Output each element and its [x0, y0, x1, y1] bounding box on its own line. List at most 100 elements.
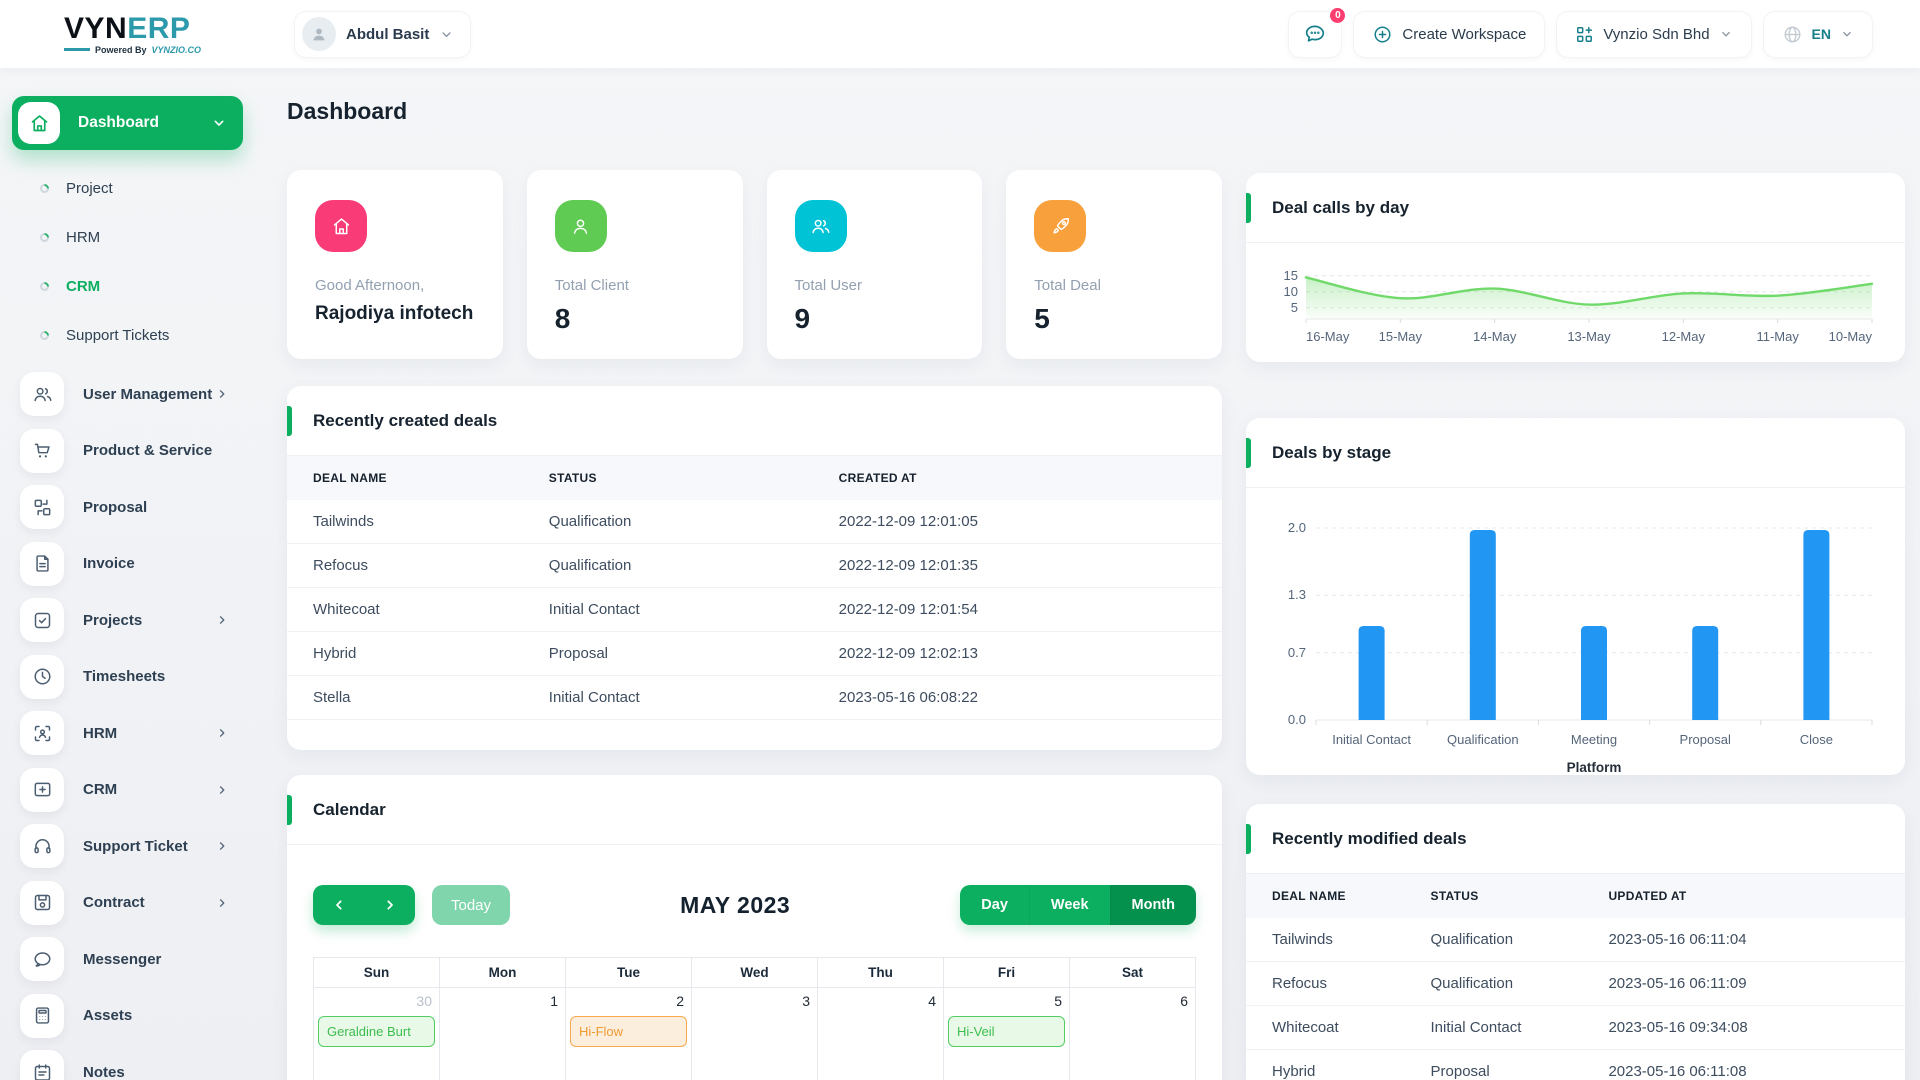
table-row: Stella Initial Contact 2023-05-16 06:08:22: [287, 675, 1222, 720]
calendar-day-header: Tue: [565, 957, 692, 988]
page-title: Dashboard: [287, 98, 408, 124]
chevron-right-icon: [215, 783, 229, 797]
sidebar-item-invoice[interactable]: Invoice: [0, 536, 287, 593]
table-cell: Qualification: [548, 543, 839, 588]
calendar-date-number: 30: [416, 993, 432, 1009]
sidebar-subitem-crm[interactable]: CRM: [0, 262, 287, 311]
calendar-prev-button[interactable]: [313, 885, 364, 925]
sidebar-subitem-hrm[interactable]: HRM: [0, 213, 287, 262]
sidebar-item-label: User Management: [83, 385, 213, 403]
workspace-switcher[interactable]: Vynzio Sdn Bhd: [1556, 10, 1752, 58]
sidebar-item-support-ticket[interactable]: Support Ticket: [0, 818, 287, 875]
calendar-event[interactable]: Hi-Flow: [570, 1016, 687, 1047]
sidebar-item-proposal[interactable]: Proposal: [0, 479, 287, 536]
svg-text:14-May: 14-May: [1473, 329, 1517, 344]
create-workspace-button[interactable]: Create Workspace: [1353, 10, 1546, 58]
calendar-event[interactable]: Geraldine Burt: [318, 1016, 435, 1047]
calendar-day-cell[interactable]: 4: [817, 987, 944, 1080]
sidebar-item-assets[interactable]: Assets: [0, 988, 287, 1045]
sidebar-item-contract[interactable]: Contract: [0, 875, 287, 932]
chevron-right-icon: [215, 896, 229, 910]
calendar-next-button[interactable]: [364, 885, 415, 925]
svg-text:Meeting: Meeting: [1571, 732, 1617, 747]
sidebar-subitem-project[interactable]: Project: [0, 164, 287, 213]
logo-tagline-brand: VYNZIO.CO: [151, 44, 202, 55]
calendar-grid: Sun Mon Tue Wed Thu Fri Sat 30 Geraldine Burt 1 2…: [313, 957, 1196, 1080]
sidebar: Dashboard Project HRM CRM Support Tickets U…: [0, 68, 287, 1080]
globe-icon: [1784, 26, 1801, 42]
sidebar-item-projects[interactable]: Projects: [0, 592, 287, 649]
calendar-day-cell[interactable]: 3: [691, 987, 818, 1080]
sidebar-item-product-service[interactable]: Product & Service: [0, 423, 287, 480]
calendar-day-cell[interactable]: 5 Hi-Veil: [943, 987, 1070, 1080]
recently-created-deals-card: Recently created deals DEAL NAME STATUS CR…: [287, 386, 1222, 750]
sidebar-item-user-management[interactable]: User Management: [0, 366, 287, 423]
avatar: [302, 17, 336, 51]
sidebar-item-dashboard[interactable]: Dashboard: [12, 96, 243, 150]
home-icon: [315, 200, 367, 252]
calendar-day-header: Mon: [439, 957, 566, 988]
stat-label: Total User: [794, 277, 863, 294]
calendar-day-header: Fri: [943, 957, 1070, 988]
sidebar-item-label: Assets: [83, 1007, 133, 1025]
column-header: DEAL NAME: [1272, 889, 1346, 903]
table-cell: 2022-12-09 12:01:54: [838, 587, 1222, 632]
sidebar-item-notes[interactable]: Notes: [0, 1044, 287, 1080]
user-menu[interactable]: Abdul Basit: [294, 10, 472, 58]
accent-bar: [287, 406, 292, 436]
table-cell: Qualification: [548, 500, 839, 544]
calendar-day-cell[interactable]: 1: [439, 987, 566, 1080]
stat-value: 9: [794, 303, 811, 334]
calendar-day-cell[interactable]: 2 Hi-Flow: [565, 987, 692, 1080]
sidebar-item-messenger[interactable]: Messenger: [0, 931, 287, 988]
card-title: Deal calls by day: [1272, 197, 1410, 217]
card-user-icon: [20, 767, 64, 812]
sidebar-subitem-label: CRM: [66, 278, 101, 295]
svg-text:12-May: 12-May: [1662, 329, 1706, 344]
calendar-day-cell[interactable]: 6: [1069, 987, 1196, 1080]
sidebar-subitem-label: HRM: [66, 229, 101, 246]
table-row: Refocus Qualification 2022-12-09 12:01:35: [287, 543, 1222, 588]
calendar-view-day-button[interactable]: Day: [960, 885, 1029, 925]
svg-text:Close: Close: [1800, 732, 1833, 747]
calendar-view-week-button[interactable]: Week: [1028, 885, 1110, 925]
sidebar-item-label: Product & Service: [83, 442, 213, 460]
calendar-day-header: Wed: [691, 957, 818, 988]
messages-button[interactable]: 0: [1288, 5, 1348, 58]
table-cell: Whitecoat: [287, 587, 549, 632]
calendar-today-button[interactable]: Today: [432, 885, 511, 925]
user-name: Abdul Basit: [346, 25, 430, 43]
language-selector[interactable]: EN: [1762, 10, 1873, 58]
card-title: Calendar: [313, 799, 386, 819]
calendar-view-month-button[interactable]: Month: [1109, 885, 1196, 925]
sidebar-subitem-support-tickets[interactable]: Support Tickets: [0, 311, 287, 360]
column-header: UPDATED AT: [1608, 889, 1687, 903]
language-code: EN: [1811, 26, 1831, 42]
table-row: Tailwinds Qualification 2022-12-09 12:01:0…: [287, 500, 1222, 544]
sidebar-item-timesheets[interactable]: Timesheets: [0, 649, 287, 706]
table-cell: Initial Contact: [548, 587, 839, 632]
table-row: Hybrid Proposal 2023-05-16 06:11:08: [1246, 1049, 1905, 1080]
svg-text:15-May: 15-May: [1379, 329, 1423, 344]
chevron-right-icon: [215, 613, 229, 627]
calendar-day-cell[interactable]: 30 Geraldine Burt: [313, 987, 440, 1080]
users-icon: [794, 200, 847, 252]
table-cell: 2023-05-16 06:08:22: [838, 675, 1222, 720]
sidebar-item-hrm[interactable]: HRM: [0, 705, 287, 762]
calendar-event[interactable]: Hi-Veil: [948, 1016, 1065, 1047]
sidebar-item-label: Contract: [83, 894, 145, 912]
sidebar-item-crm[interactable]: CRM: [0, 762, 287, 819]
clock-icon: [20, 654, 64, 699]
recently-modified-deals-table: DEAL NAME STATUS UPDATED AT Tailwinds Qualif…: [1246, 874, 1905, 1080]
chat-oval-icon: [20, 937, 64, 982]
stat-card-good-afternoon: Good Afternoon, Rajodiya infotech: [287, 170, 503, 359]
stat-label: Good Afternoon,: [315, 277, 425, 294]
svg-text:16-May: 16-May: [1306, 329, 1350, 344]
accent-bar: [287, 795, 292, 825]
svg-text:15: 15: [1284, 268, 1298, 283]
card-title: Recently created deals: [313, 410, 498, 430]
calculator-icon: [20, 993, 64, 1038]
sidebar-subitem-label: Support Tickets: [66, 327, 170, 344]
table-row: Tailwinds Qualification 2023-05-16 06:11:0…: [1246, 918, 1905, 962]
svg-text:0.7: 0.7: [1288, 645, 1306, 660]
